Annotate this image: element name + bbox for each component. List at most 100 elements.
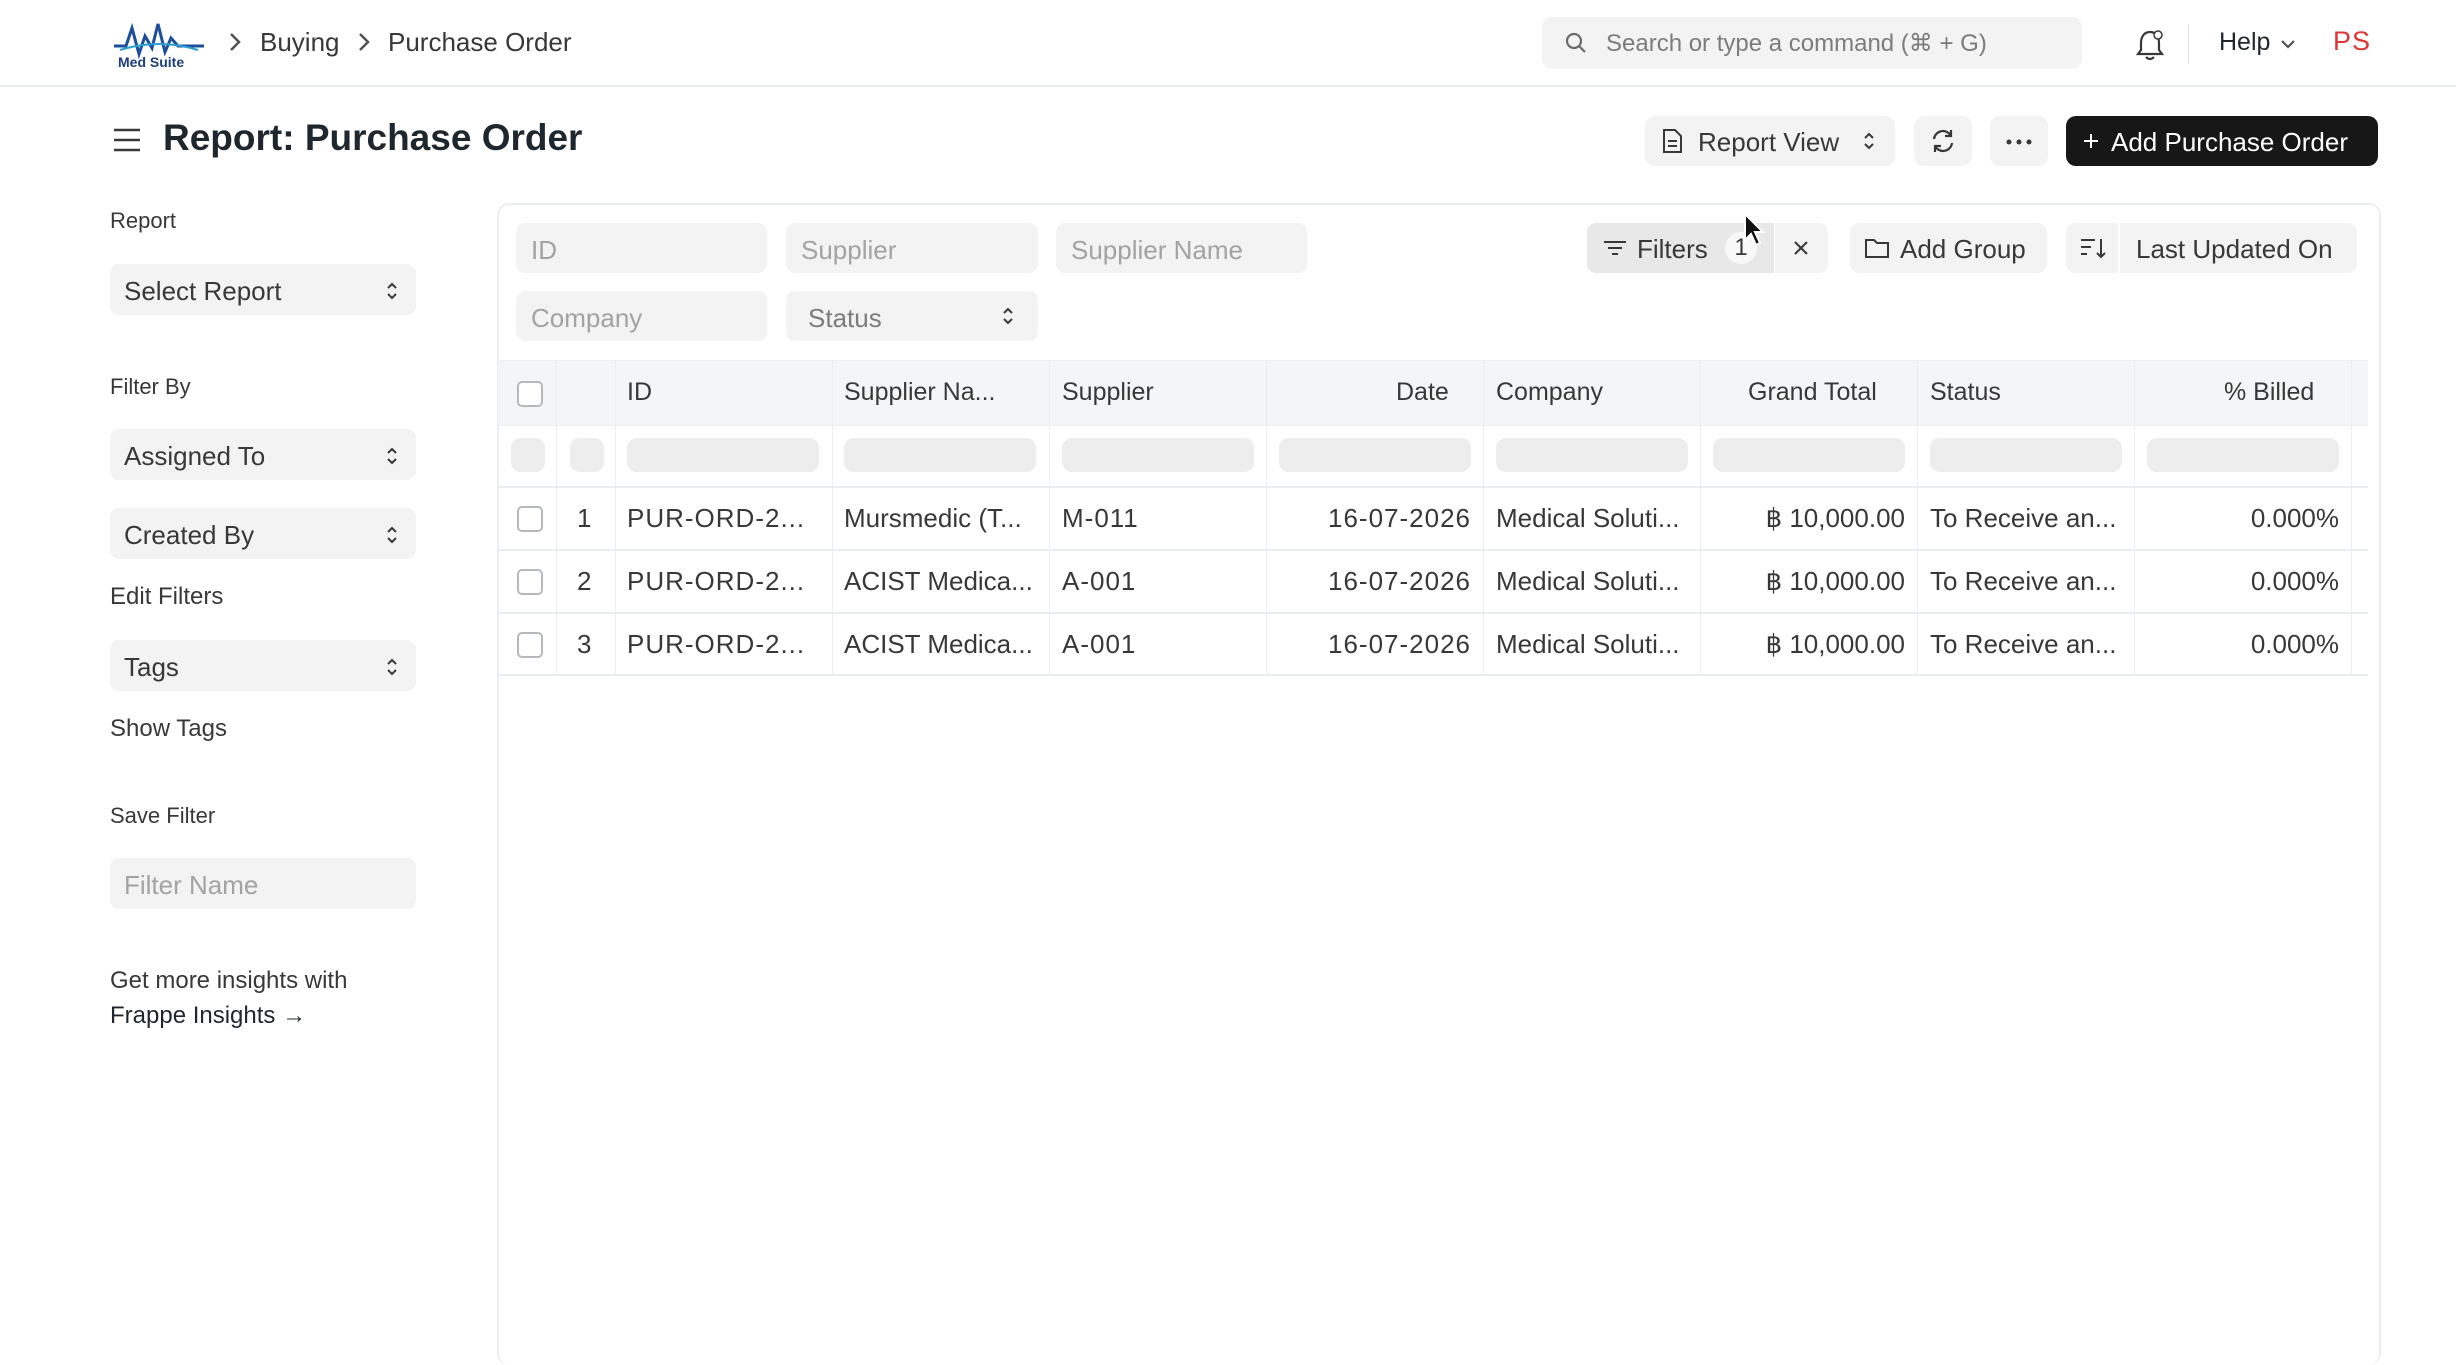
cell-company[interactable]: Medical Soluti... — [1496, 503, 1680, 534]
cell-grand-total: ฿ 10,000.00 — [1765, 503, 1905, 533]
row-filter-placeholder[interactable] — [844, 438, 1036, 472]
row-filter-placeholder[interactable] — [1062, 438, 1254, 472]
cell-date: 16-07-2026 — [1328, 503, 1471, 533]
breadcrumb-buying[interactable]: Buying — [260, 27, 340, 58]
sort-field-button[interactable]: Last Updated On — [2120, 223, 2357, 273]
document-icon — [1661, 128, 1683, 154]
column-header-billed[interactable]: % Billed — [2224, 378, 2314, 407]
column-header-date[interactable]: Date — [1396, 378, 1449, 407]
cell-company[interactable]: Medical Soluti... — [1496, 566, 1680, 597]
edit-filters-link[interactable]: Edit Filters — [110, 583, 223, 611]
cell-supplier[interactable]: M-011 — [1062, 503, 1139, 534]
column-header-id[interactable]: ID — [627, 378, 652, 407]
mouse-cursor-icon — [1743, 212, 1767, 248]
assigned-to-dropdown[interactable]: Assigned To — [110, 429, 416, 480]
plus-icon — [2082, 132, 2100, 150]
close-icon — [1793, 240, 1809, 256]
navbar-divider — [2188, 24, 2189, 64]
add-group-button[interactable]: Add Group — [1850, 223, 2047, 273]
id-filter-input[interactable]: ID — [516, 223, 767, 273]
tags-dropdown[interactable]: Tags — [110, 640, 416, 691]
row-checkbox[interactable] — [517, 506, 543, 532]
row-filter-placeholder[interactable] — [1279, 438, 1471, 472]
created-by-label: Created By — [124, 520, 255, 550]
column-header-supplier-name[interactable]: Supplier Na... — [844, 378, 995, 407]
search-placeholder: Search or type a command (⌘ + G) — [1606, 30, 1987, 57]
report-view-label: Report View — [1698, 127, 1840, 157]
insights-text: Get more insights with — [110, 967, 348, 994]
filter-name-input[interactable]: Filter Name — [110, 858, 416, 909]
status-filter-select[interactable]: Status — [786, 291, 1038, 341]
app-logo[interactable]: Med Suite — [112, 18, 206, 72]
supplier-filter-placeholder: Supplier — [801, 235, 897, 265]
search-bar[interactable]: Search or type a command (⌘ + G) — [1542, 17, 2082, 69]
sort-field-label: Last Updated On — [2136, 234, 2333, 264]
add-group-label: Add Group — [1900, 234, 2026, 264]
cell-status: To Receive an... — [1930, 629, 2117, 659]
help-label: Help — [2219, 28, 2271, 56]
supplier-name-filter-input[interactable]: Supplier Name — [1056, 223, 1307, 273]
help-menu[interactable]: Help — [2219, 28, 2270, 57]
row-filter-placeholder[interactable] — [1713, 438, 1905, 472]
cell-company[interactable]: Medical Soluti... — [1496, 629, 1680, 660]
row-filter-placeholder[interactable] — [627, 438, 819, 472]
row-filter-placeholder[interactable] — [2147, 438, 2339, 472]
cell-id[interactable]: PUR-ORD-2... — [627, 629, 805, 660]
report-view-selector[interactable]: Report View — [1645, 116, 1895, 166]
select-caret-icon — [1863, 130, 1875, 152]
column-header-grand-total[interactable]: Grand Total — [1748, 378, 1877, 407]
select-caret-icon — [1002, 305, 1014, 327]
row-divider — [498, 674, 2368, 676]
filters-label: Filters — [1637, 234, 1708, 264]
logo-text: Med Suite — [118, 54, 185, 70]
filter-name-placeholder: Filter Name — [124, 870, 259, 900]
cell-id[interactable]: PUR-ORD-2... — [627, 566, 805, 597]
column-header-status[interactable]: Status — [1930, 378, 2001, 407]
search-icon — [1564, 31, 1588, 55]
refresh-button[interactable] — [1914, 116, 1972, 166]
clear-filters-button[interactable] — [1775, 223, 1828, 273]
chevron-right-icon — [357, 32, 371, 52]
cell-billed: 0.000% — [2250, 503, 2339, 533]
notification-bell-icon[interactable] — [2134, 28, 2166, 62]
chevron-right-icon — [228, 32, 242, 52]
avatar[interactable]: PS — [2333, 26, 2371, 57]
show-tags-link[interactable]: Show Tags — [110, 715, 227, 743]
sort-order-button[interactable] — [2066, 223, 2118, 273]
add-purchase-order-button[interactable]: Add Purchase Order — [2066, 116, 2378, 166]
row-filter-placeholder[interactable] — [1496, 438, 1688, 472]
cell-supplier[interactable]: A-001 — [1062, 629, 1136, 660]
cell-status: To Receive an... — [1930, 503, 2117, 533]
more-actions-button[interactable] — [1990, 116, 2048, 166]
sort-descending-icon — [2079, 236, 2107, 260]
row-filter-placeholder[interactable] — [1930, 438, 2122, 472]
cell-id[interactable]: PUR-ORD-2... — [627, 503, 805, 534]
breadcrumb-purchase-order[interactable]: Purchase Order — [388, 27, 572, 58]
cell-supplier[interactable]: A-001 — [1062, 566, 1136, 597]
cell-date: 16-07-2026 — [1328, 566, 1471, 596]
cell-grand-total: ฿ 10,000.00 — [1765, 566, 1905, 596]
row-number: 1 — [577, 503, 592, 533]
row-checkbox[interactable] — [517, 632, 543, 658]
report-label: Report — [110, 208, 177, 233]
cell-status: To Receive an... — [1930, 566, 2117, 596]
supplier-filter-input[interactable]: Supplier — [786, 223, 1038, 273]
row-checkbox[interactable] — [517, 569, 543, 595]
company-filter-input[interactable]: Company — [516, 291, 767, 341]
row-filter-placeholder[interactable] — [511, 438, 545, 472]
frappe-insights-link[interactable]: Frappe Insights → — [110, 1002, 306, 1030]
created-by-dropdown[interactable]: Created By — [110, 508, 416, 559]
select-caret-icon — [386, 280, 398, 302]
column-header-company[interactable]: Company — [1496, 378, 1603, 407]
status-filter-placeholder: Status — [808, 303, 882, 333]
add-purchase-order-label: Add Purchase Order — [2111, 127, 2349, 157]
select-all-checkbox[interactable] — [517, 381, 543, 407]
page-title: Report: Purchase Order — [163, 117, 583, 158]
row-number: 2 — [577, 566, 592, 596]
row-filter-placeholder[interactable] — [570, 438, 604, 472]
select-caret-icon — [386, 524, 398, 546]
select-report-dropdown[interactable]: Select Report — [110, 264, 416, 315]
sidebar-toggle-icon[interactable] — [112, 126, 142, 154]
column-header-supplier[interactable]: Supplier — [1062, 378, 1154, 407]
supplier-name-filter-placeholder: Supplier Name — [1071, 235, 1243, 265]
